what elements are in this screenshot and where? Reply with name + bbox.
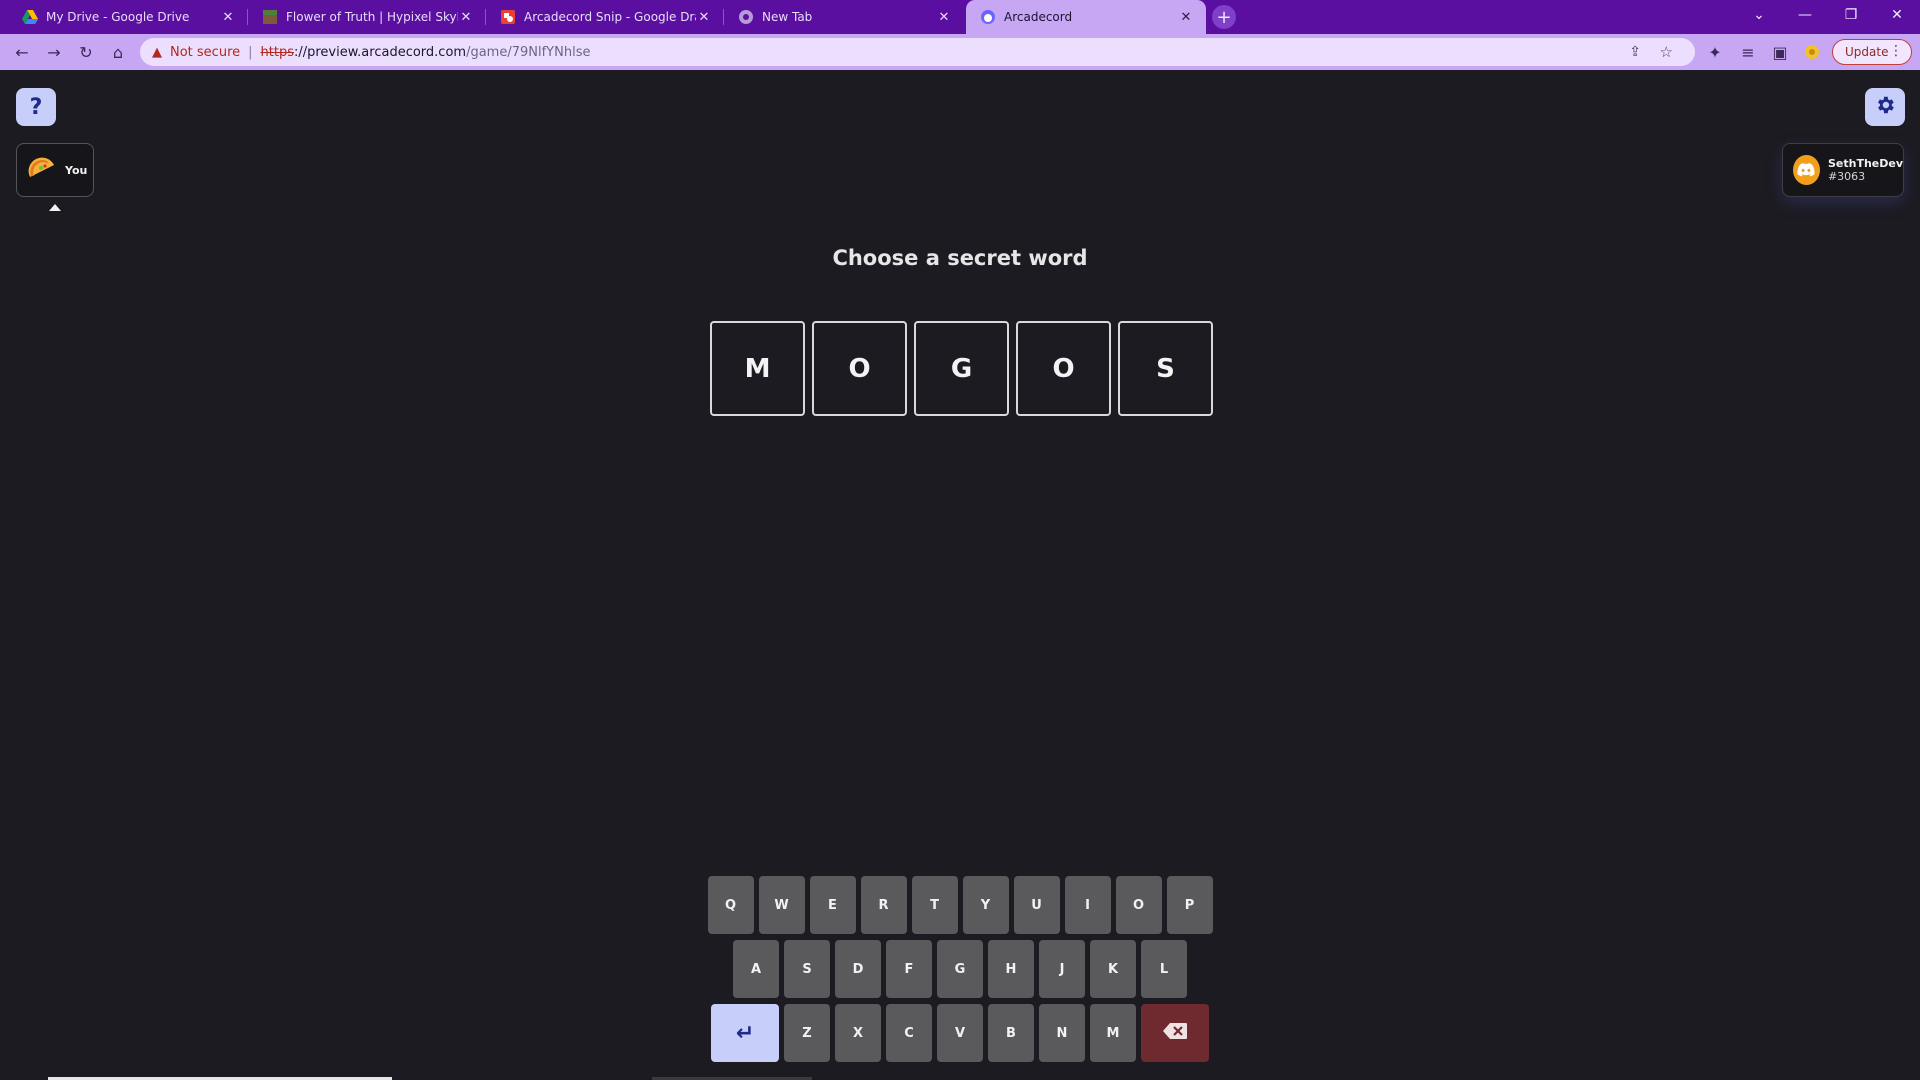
url-host: ://preview.arcadecord.com	[293, 44, 467, 60]
key[interactable]: J	[1039, 940, 1085, 998]
key[interactable]: F	[886, 940, 932, 998]
google-drive-icon	[22, 9, 38, 25]
tab-title: Flower of Truth | Hypixel SkyBlock	[286, 10, 458, 24]
forward-icon[interactable]: →	[42, 40, 66, 64]
key[interactable]: R	[860, 876, 907, 934]
letter-tile[interactable]: O	[812, 321, 907, 416]
key[interactable]: U	[1013, 876, 1060, 934]
key[interactable]: B	[988, 1004, 1034, 1062]
key[interactable]: G	[937, 940, 983, 998]
key[interactable]: A	[733, 940, 779, 998]
more-menu-icon[interactable]: ⋮	[1889, 43, 1903, 59]
player-card[interactable]: You	[16, 143, 94, 197]
url-scheme: https	[260, 44, 294, 60]
key[interactable]: K	[1090, 940, 1136, 998]
key[interactable]: E	[809, 876, 856, 934]
key[interactable]: D	[835, 940, 881, 998]
key[interactable]: X	[835, 1004, 881, 1062]
secret-word-tiles: M O G O S	[710, 321, 1213, 416]
backspace-icon	[1162, 1022, 1188, 1044]
key[interactable]: S	[784, 940, 830, 998]
discord-icon	[1793, 155, 1820, 185]
user-name: SethTheDev	[1827, 157, 1903, 170]
key[interactable]: H	[988, 940, 1034, 998]
keyboard-row-3: ↵ Z X C V B N M	[0, 1004, 1920, 1062]
player-label: You	[65, 163, 88, 177]
share-icon[interactable]: ⇪	[1629, 44, 1641, 60]
backspace-button[interactable]	[1141, 1004, 1209, 1062]
arcadecord-icon	[980, 9, 996, 25]
help-button[interactable]: ?	[16, 88, 56, 126]
security-label: Not secure	[170, 44, 241, 60]
tab-google-drive[interactable]: My Drive - Google Drive ✕	[8, 0, 248, 34]
update-button[interactable]: Update ⋮	[1832, 39, 1912, 65]
letter-tile[interactable]: G	[914, 321, 1009, 416]
letter-tile[interactable]: S	[1118, 321, 1213, 416]
tab-title: My Drive - Google Drive	[46, 10, 190, 24]
letter-tile[interactable]: O	[1016, 321, 1111, 416]
tab-search-icon[interactable]: ⌄	[1736, 0, 1782, 30]
tab-arcadecord-snip[interactable]: Arcadecord Snip - Google Drawings ✕	[486, 0, 724, 34]
taco-icon	[27, 155, 57, 185]
key[interactable]: L	[1141, 940, 1187, 998]
tab-new-tab[interactable]: New Tab ✕	[724, 0, 964, 34]
close-tab-icon[interactable]: ✕	[1178, 9, 1194, 25]
game-page: ? You SethTheDev #3063 Choose a secret w…	[0, 70, 1920, 1080]
letter-tile[interactable]: M	[710, 321, 805, 416]
key[interactable]: P	[1166, 876, 1213, 934]
close-tab-icon[interactable]: ✕	[220, 9, 236, 25]
tab-title: New Tab	[762, 10, 813, 24]
user-card[interactable]: SethTheDev #3063	[1782, 143, 1904, 197]
extensions-icon[interactable]: ✦	[1703, 40, 1727, 64]
tab-arcadecord[interactable]: Arcadecord ✕	[966, 0, 1206, 34]
key[interactable]: C	[886, 1004, 932, 1062]
key[interactable]: Q	[707, 876, 754, 934]
user-names: SethTheDev #3063	[1828, 157, 1903, 183]
tab-strip: My Drive - Google Drive ✕ Flower of Trut…	[0, 0, 1920, 34]
update-label: Update	[1845, 45, 1889, 59]
new-tab-button[interactable]: +	[1212, 5, 1236, 29]
gear-icon	[1874, 94, 1896, 120]
url-path: /game/79NlfYNhlse	[466, 44, 591, 60]
restore-icon[interactable]: ❐	[1828, 0, 1874, 30]
tab-title: Arcadecord	[1004, 10, 1073, 24]
close-tab-icon[interactable]: ✕	[458, 9, 474, 25]
keyboard-row-1: Q W E R T Y U I O P	[0, 876, 1920, 934]
caret-up-icon	[49, 204, 61, 211]
address-bar[interactable]: ▲ Not secure | https ://preview.arcadeco…	[140, 38, 1695, 66]
tab-title: Arcadecord Snip - Google Drawings	[524, 10, 696, 24]
home-icon[interactable]: ⌂	[106, 40, 130, 64]
user-tag: #3063	[1827, 170, 1866, 183]
browser-toolbar: ← → ↻ ⌂ ▲ Not secure | https ://preview.…	[0, 34, 1920, 70]
side-panel-icon[interactable]: ▣	[1768, 40, 1792, 64]
key[interactable]: T	[911, 876, 958, 934]
key[interactable]: N	[1039, 1004, 1085, 1062]
close-tab-icon[interactable]: ✕	[696, 9, 712, 25]
reload-icon[interactable]: ↻	[74, 40, 98, 64]
chrome-icon	[738, 9, 754, 25]
address-separator: |	[248, 44, 253, 60]
minimize-icon[interactable]: —	[1782, 0, 1828, 30]
key[interactable]: V	[937, 1004, 983, 1062]
enter-button[interactable]: ↵	[711, 1004, 779, 1062]
warning-icon: ▲	[152, 44, 162, 60]
back-icon[interactable]: ←	[10, 40, 34, 64]
key[interactable]: O	[1115, 876, 1162, 934]
key[interactable]: M	[1090, 1004, 1136, 1062]
bookmark-star-icon[interactable]: ☆	[1660, 43, 1673, 61]
key[interactable]: Z	[784, 1004, 830, 1062]
keyboard-row-2: A S D F G H J K L	[0, 940, 1920, 998]
close-tab-icon[interactable]: ✕	[936, 9, 952, 25]
tab-hypixel[interactable]: Flower of Truth | Hypixel SkyBlock ✕	[248, 0, 486, 34]
google-drawings-icon	[500, 9, 516, 25]
page-title: Choose a secret word	[832, 246, 1088, 270]
key[interactable]: W	[758, 876, 805, 934]
reading-list-icon[interactable]: ≡	[1736, 40, 1760, 64]
key[interactable]: Y	[962, 876, 1009, 934]
profile-icon[interactable]	[1800, 40, 1824, 64]
close-window-icon[interactable]: ✕	[1874, 0, 1920, 30]
minecraft-block-icon	[262, 9, 278, 25]
settings-button[interactable]	[1865, 88, 1905, 126]
key[interactable]: I	[1064, 876, 1111, 934]
